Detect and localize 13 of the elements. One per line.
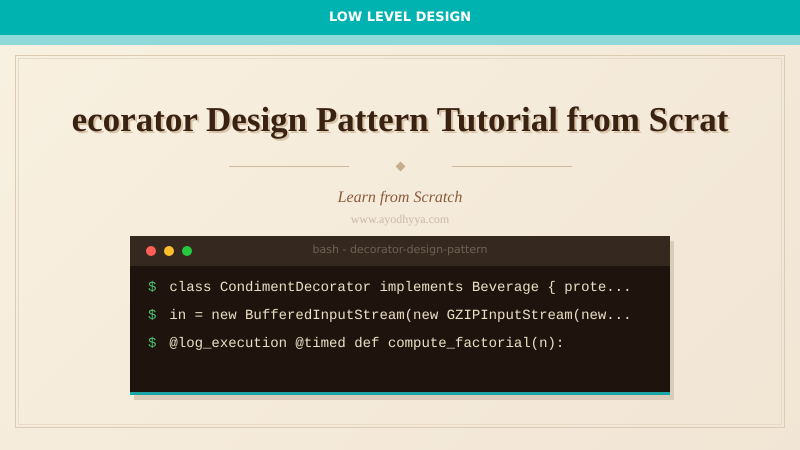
close-icon[interactable]: [146, 246, 156, 256]
maximize-icon[interactable]: [182, 246, 192, 256]
minimize-icon[interactable]: [164, 246, 174, 256]
command-text: class CondimentDecorator implements Beverage { prote...: [169, 278, 632, 298]
site-header-title: LOW LEVEL DESIGN: [328, 8, 472, 27]
prompt-symbol: $: [148, 334, 156, 354]
command-text: @log_execution @timed def compute_factorial(n):: [169, 334, 564, 354]
prompt-symbol: $: [148, 278, 156, 298]
subtitle: Learn from Scratch: [338, 188, 462, 208]
command-text: in = new BufferedInputStream(new GZIPInputStream(new...: [169, 306, 632, 326]
page-title: ecorator Design Pattern Tutorial from Scrat: [72, 99, 728, 141]
terminal-title: bash - decorator-design-pattern: [312, 242, 488, 258]
prompt-symbol: $: [148, 306, 156, 326]
